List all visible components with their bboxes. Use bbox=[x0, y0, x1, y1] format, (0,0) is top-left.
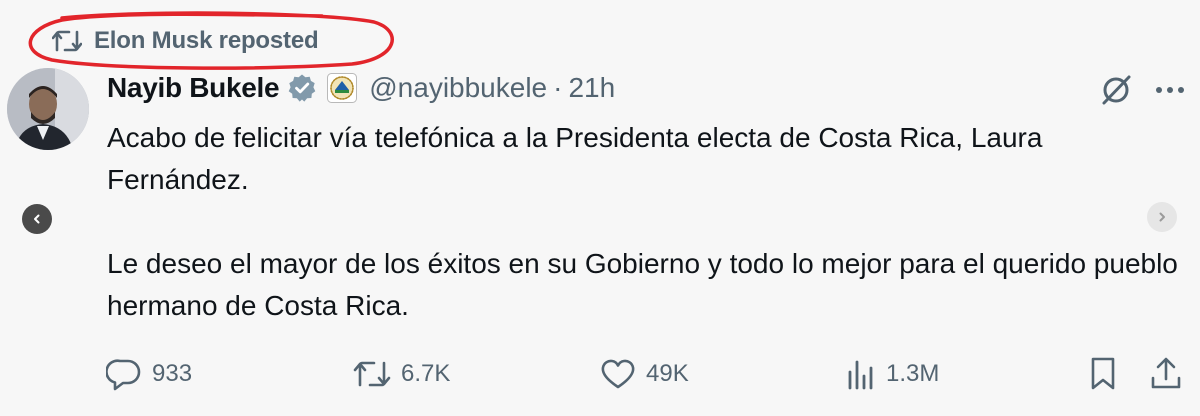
tweet-text: Acabo de felicitar vía telefónica a la P… bbox=[107, 117, 1187, 327]
carousel-next-button[interactable] bbox=[1147, 202, 1177, 232]
repost-icon bbox=[52, 28, 82, 54]
repost-indicator[interactable]: Elon Musk reposted bbox=[52, 25, 319, 57]
bookmark-icon bbox=[1091, 357, 1115, 390]
tweet-paragraph: Le deseo el mayor de los éxitos en su Go… bbox=[107, 248, 1178, 321]
separator-dot: · bbox=[553, 72, 563, 103]
chevron-right-icon bbox=[1159, 212, 1165, 222]
tweet-timestamp[interactable]: 21h bbox=[568, 72, 615, 104]
chevron-left-icon bbox=[34, 214, 40, 224]
grok-icon[interactable] bbox=[1094, 70, 1138, 110]
author-handle[interactable]: @nayibbukele bbox=[369, 72, 547, 104]
repost-label[interactable]: Elon Musk reposted bbox=[94, 27, 319, 55]
bookmark-button[interactable] bbox=[1088, 354, 1118, 394]
reply-icon bbox=[106, 359, 141, 391]
carousel-prev-button[interactable] bbox=[22, 204, 52, 234]
more-options-icon[interactable] bbox=[1148, 70, 1192, 110]
views-count: 1.3M bbox=[886, 360, 940, 387]
tweet-paragraph: Acabo de felicitar vía telefónica a la P… bbox=[107, 122, 1043, 195]
share-icon bbox=[1151, 357, 1181, 389]
share-button[interactable] bbox=[1150, 354, 1182, 394]
analytics-icon bbox=[848, 360, 873, 390]
like-count: 49K bbox=[646, 360, 689, 387]
repost-button[interactable]: 6.7K bbox=[353, 354, 450, 394]
heart-icon bbox=[601, 359, 635, 389]
tweet-card[interactable]: Elon Musk reposted Nayib Bukele @nayibbu… bbox=[0, 0, 1200, 416]
reply-button[interactable]: 933 bbox=[106, 354, 192, 394]
repost-icon bbox=[353, 361, 391, 387]
el-salvador-seal-icon[interactable] bbox=[327, 73, 358, 103]
repost-count: 6.7K bbox=[401, 360, 451, 387]
verified-badge-icon[interactable] bbox=[287, 73, 317, 103]
tweet-header: Nayib Bukele @nayibbukele · 21h bbox=[107, 66, 615, 110]
avatar[interactable] bbox=[7, 68, 89, 150]
author-display-name[interactable]: Nayib Bukele bbox=[107, 72, 280, 104]
like-button[interactable]: 49K bbox=[600, 354, 689, 394]
views-button[interactable]: 1.3M bbox=[846, 354, 939, 394]
reply-count: 933 bbox=[152, 360, 193, 387]
